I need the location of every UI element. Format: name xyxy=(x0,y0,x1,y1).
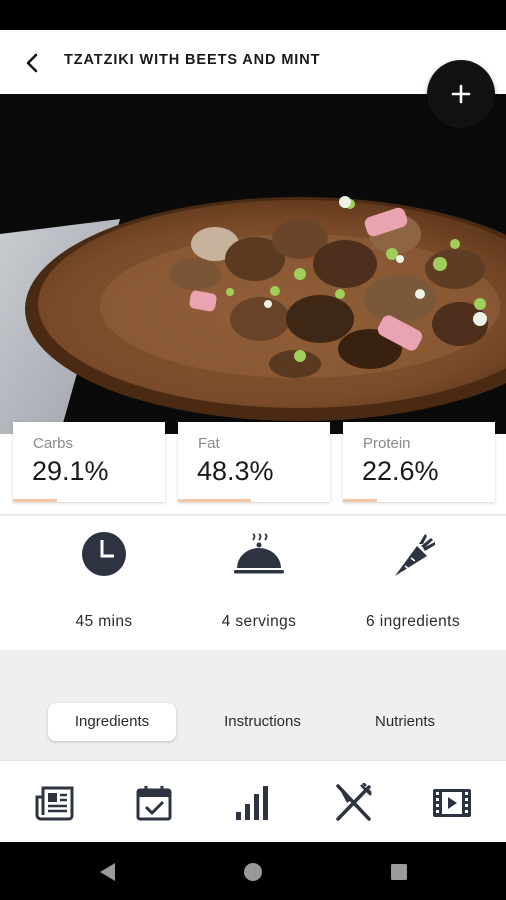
nav-planner-button[interactable] xyxy=(132,781,176,825)
stat-servings-text: 4 servings xyxy=(221,613,297,630)
status-bar xyxy=(0,0,506,30)
nav-recipes-button[interactable] xyxy=(331,781,375,825)
macro-breakdown: Carbs 29.1% Fat 48.3% Protein 22.6% xyxy=(0,416,506,516)
film-icon xyxy=(433,789,471,817)
system-recents-button[interactable] xyxy=(388,861,410,883)
stat-time: 45 mins xyxy=(29,530,179,640)
system-home-button[interactable] xyxy=(242,861,264,883)
macro-progress-bar xyxy=(178,499,252,502)
system-back-button[interactable] xyxy=(96,861,118,883)
recipe-stats: 45 mins 4 servings 6 ingredients xyxy=(0,516,506,650)
bottom-navigation xyxy=(0,760,506,843)
macro-value: 29.1% xyxy=(32,456,109,486)
nav-stats-button[interactable] xyxy=(231,781,275,825)
clock-icon xyxy=(82,532,126,576)
bar-chart-icon xyxy=(236,786,268,820)
tab-instructions[interactable]: Instructions xyxy=(200,703,325,741)
calendar-check-icon xyxy=(136,786,172,821)
system-navigation-bar xyxy=(0,842,506,900)
macro-value: 48.3% xyxy=(197,456,274,486)
stat-ingredients-text: 6 ingredients xyxy=(366,613,460,630)
recipe-photo xyxy=(0,94,506,434)
serving-cloche-icon xyxy=(234,533,284,574)
macro-card-protein: Protein 22.6% xyxy=(343,422,495,502)
macro-progress-bar xyxy=(13,499,58,502)
stat-time-text: 45 mins xyxy=(75,613,133,630)
nav-feed-button[interactable] xyxy=(33,781,77,825)
macro-value: 22.6% xyxy=(362,456,439,486)
macro-label: Fat xyxy=(198,435,220,452)
fork-knife-icon xyxy=(336,783,372,821)
back-triangle-icon xyxy=(100,863,115,881)
macro-progress-bar xyxy=(343,499,378,502)
home-circle-icon xyxy=(244,863,262,881)
plus-icon xyxy=(451,84,471,104)
page-title: TZATZIKI WITH BEETS AND MINT xyxy=(64,52,321,68)
newspaper-icon xyxy=(35,786,74,821)
macro-label: Protein xyxy=(363,435,411,452)
recipe-tabs: Ingredients Instructions Nutrients xyxy=(0,703,506,743)
tab-nutrients[interactable]: Nutrients xyxy=(350,703,460,741)
stat-ingredients: 6 ingredients xyxy=(338,530,488,640)
tab-ingredients[interactable]: Ingredients xyxy=(48,703,176,741)
add-button[interactable] xyxy=(427,60,495,128)
recents-square-icon xyxy=(391,864,407,880)
macro-label: Carbs xyxy=(33,435,74,452)
macro-card-carbs: Carbs 29.1% xyxy=(13,422,165,502)
chevron-left-icon xyxy=(26,53,38,73)
back-button[interactable] xyxy=(18,48,48,78)
nav-videos-button[interactable] xyxy=(430,781,474,825)
stat-servings: 4 servings xyxy=(184,530,334,640)
macro-card-fat: Fat 48.3% xyxy=(178,422,330,502)
carrot-icon xyxy=(395,534,435,576)
